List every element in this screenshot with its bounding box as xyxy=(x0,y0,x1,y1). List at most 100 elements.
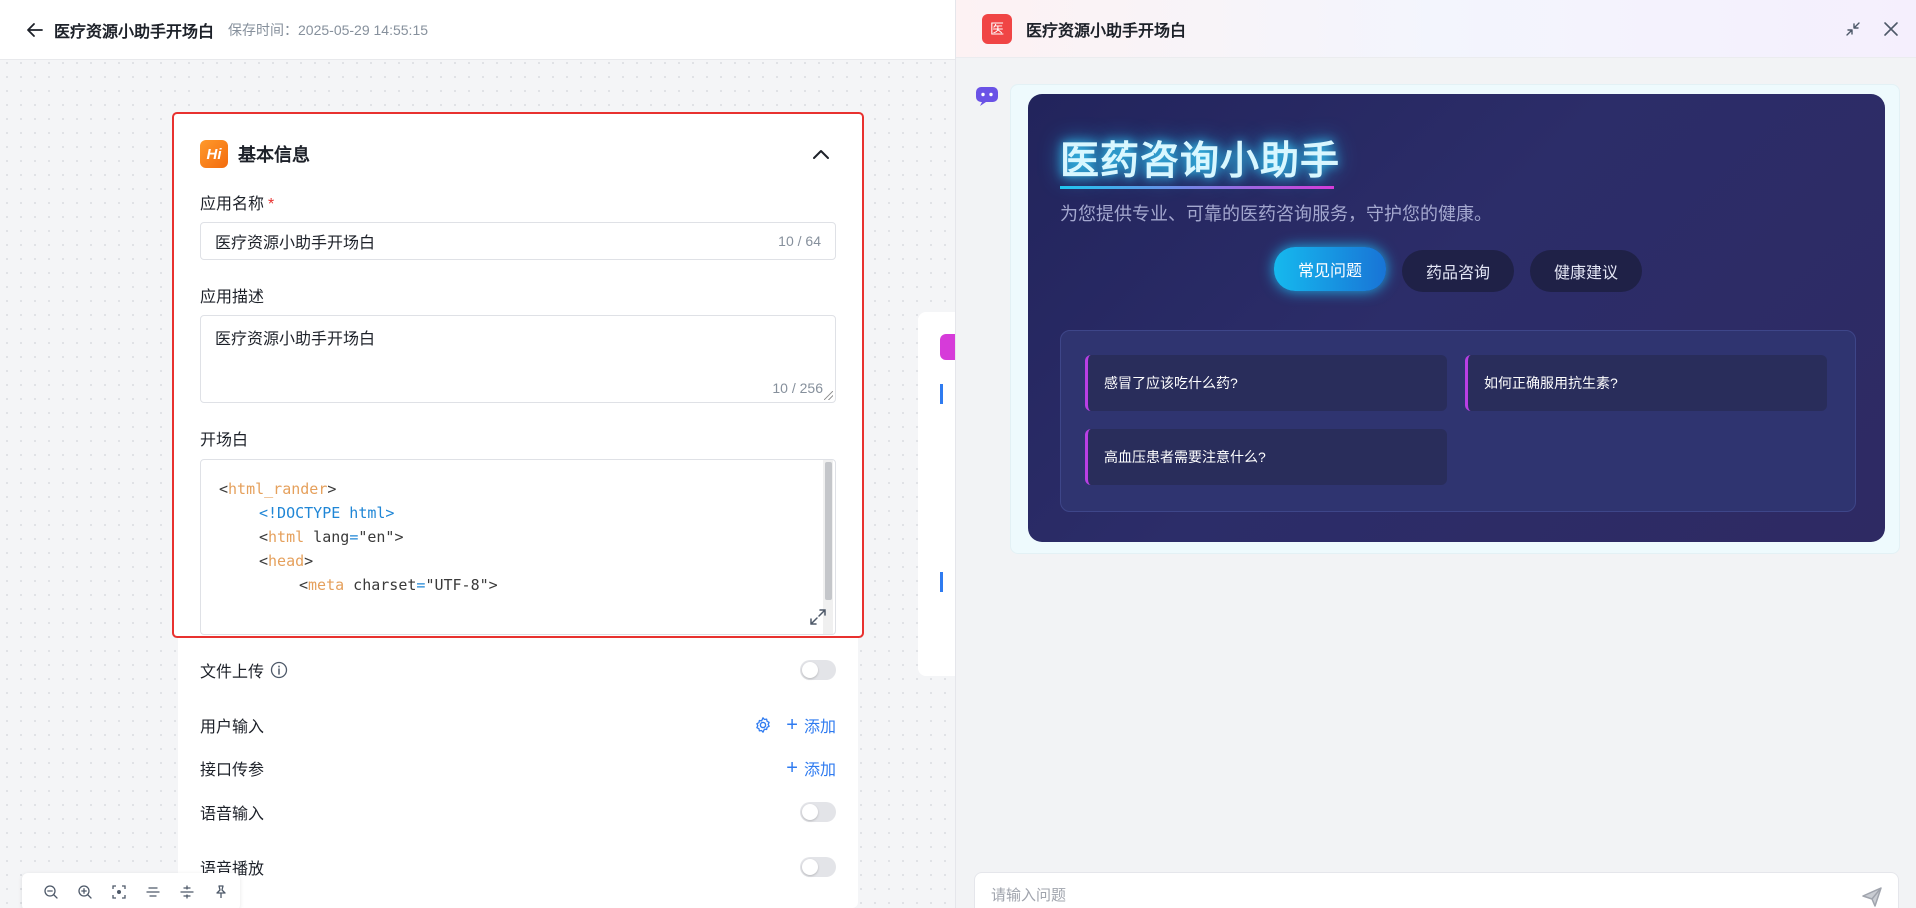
minimize-icon[interactable] xyxy=(1843,19,1863,39)
add-label: 添加 xyxy=(803,719,836,736)
code-line: <!DOCTYPE html> xyxy=(259,504,394,522)
app-title: 医疗资源小助手开场白 xyxy=(54,23,215,41)
question-item[interactable]: 高血压患者需要注意什么? xyxy=(1085,429,1447,485)
add-label: 添加 xyxy=(803,762,836,779)
api-params-label: 接口传参 xyxy=(200,762,265,779)
app-desc-value: 医疗资源小助手开场白 xyxy=(215,331,376,348)
info-icon[interactable] xyxy=(270,661,288,679)
user-input-add-button[interactable]: + 添加 xyxy=(786,713,836,737)
file-upload-row: 文件上传 xyxy=(200,658,836,682)
chat-input-area xyxy=(974,872,1899,908)
question-list: 感冒了应该吃什么药? 如何正确服用抗生素? 高血压患者需要注意什么? xyxy=(1060,330,1856,512)
voice-input-label: 语音输入 xyxy=(200,806,265,823)
tab-drug-consult[interactable]: 药品咨询 xyxy=(1402,250,1515,292)
file-upload-toggle[interactable] xyxy=(800,660,836,680)
code-token: head xyxy=(268,552,305,570)
code-token: > xyxy=(394,528,404,546)
file-upload-label-wrap: 文件上传 xyxy=(200,658,288,682)
tab-faq[interactable]: 常见问题 xyxy=(1274,247,1387,291)
node-marker xyxy=(940,572,943,592)
basic-info-card: Hi 基本信息 应用名称 * 医疗资源小助手开场白 10 / 64 应用描述 医疗… xyxy=(172,112,864,638)
code-line: <html lang="en"> xyxy=(259,528,404,546)
preview-controls xyxy=(1825,19,1901,39)
api-params-add-button[interactable]: + 添加 xyxy=(786,756,836,780)
send-icon[interactable] xyxy=(1860,885,1884,908)
welcome-card: 医药咨询小助手 为您提供专业、可靠的医药咨询服务，守护您的健康。 常见问题 药品… xyxy=(1028,94,1885,542)
user-input-label: 用户输入 xyxy=(200,719,265,736)
code-token: "UTF-8" xyxy=(425,576,489,594)
code-token: html_rander xyxy=(228,480,328,498)
opening-label: 开场白 xyxy=(200,432,249,449)
required-mark: * xyxy=(268,196,275,213)
code-token: = xyxy=(349,528,359,546)
code-token: > xyxy=(488,576,498,594)
code-token: < xyxy=(259,552,269,570)
side-node-card[interactable] xyxy=(918,312,958,676)
voice-input-toggle[interactable] xyxy=(800,802,836,822)
preview-header: 医 医疗资源小助手开场白 xyxy=(956,0,1916,58)
app-avatar: 医 xyxy=(982,13,1012,44)
hi-logo-icon: Hi xyxy=(200,140,228,168)
app-name-label-text: 应用名称 xyxy=(200,196,265,213)
preview-panel: 医 医疗资源小助手开场白 医药咨询小助手 为您提供专业、可靠的医药咨询服务，守护… xyxy=(955,0,1916,908)
top-bar: 医疗资源小助手开场白 保存时间：2025-05-29 14:55:15 xyxy=(0,0,955,60)
app-desc-counter: 10 / 256 xyxy=(772,380,823,396)
api-params-row: 接口传参 + 添加 xyxy=(200,756,836,780)
plus-icon: + xyxy=(786,714,798,736)
close-icon[interactable] xyxy=(1881,19,1901,39)
code-line: <meta charset="UTF-8"> xyxy=(299,576,498,594)
card-header: Hi 基本信息 xyxy=(200,140,310,168)
back-arrow-icon[interactable] xyxy=(22,17,48,43)
app-name-value: 医疗资源小助手开场白 xyxy=(215,235,376,252)
category-tabs: 常见问题 药品咨询 健康建议 xyxy=(1274,247,1658,292)
node-marker xyxy=(940,384,943,404)
question-item[interactable]: 感冒了应该吃什么药? xyxy=(1085,355,1447,411)
preview-title: 医疗资源小助手开场白 xyxy=(1026,22,1187,40)
voice-play-row: 语音播放 xyxy=(200,855,836,879)
app-desc-label: 应用描述 xyxy=(200,289,265,306)
message-bubble: 医药咨询小助手 为您提供专业、可靠的医药咨询服务，守护您的健康。 常见问题 药品… xyxy=(1010,84,1900,554)
zoom-toolbar xyxy=(22,873,240,908)
hero-title: 医药咨询小助手 xyxy=(1060,140,1341,183)
code-token: > xyxy=(327,480,337,498)
code-line: <head> xyxy=(259,552,313,570)
align-horizontal-icon[interactable] xyxy=(136,880,170,904)
code-token: html xyxy=(268,528,305,546)
resize-handle[interactable] xyxy=(824,391,833,400)
plus-icon: + xyxy=(786,757,798,779)
expand-icon[interactable] xyxy=(809,608,827,626)
align-vertical-icon[interactable] xyxy=(170,880,204,904)
code-token: < xyxy=(299,576,309,594)
gear-icon[interactable] xyxy=(754,716,772,734)
voice-input-row: 语音输入 xyxy=(200,800,836,824)
question-item[interactable]: 如何正确服用抗生素? xyxy=(1465,355,1827,411)
tab-health-advice[interactable]: 健康建议 xyxy=(1530,250,1643,292)
code-line: <html_rander> xyxy=(219,480,336,498)
fit-view-icon[interactable] xyxy=(102,880,136,904)
code-token: < xyxy=(259,528,269,546)
zoom-out-icon[interactable] xyxy=(34,880,68,904)
code-token: <!DOCTYPE html> xyxy=(259,504,395,522)
chat-input[interactable] xyxy=(991,887,1811,904)
pin-icon[interactable] xyxy=(204,880,238,904)
code-token: "en" xyxy=(358,528,395,546)
editor-canvas: 医疗资源小助手开场白 保存时间：2025-05-29 14:55:15 Hi 基… xyxy=(0,0,958,908)
bot-icon xyxy=(976,87,998,106)
app-name-label: 应用名称 * xyxy=(200,190,274,214)
code-token: charset xyxy=(344,576,417,594)
app-desc-textarea[interactable]: 医疗资源小助手开场白 10 / 256 xyxy=(200,315,836,403)
code-token: lang xyxy=(304,528,350,546)
hero-underline xyxy=(1060,186,1334,189)
user-input-row: 用户输入 + 添加 xyxy=(200,713,836,737)
opening-code-editor[interactable]: <html_rander> <!DOCTYPE html> <html lang… xyxy=(200,459,836,635)
code-token: < xyxy=(219,480,229,498)
zoom-in-icon[interactable] xyxy=(68,880,102,904)
code-scrollbar-thumb[interactable] xyxy=(825,462,832,600)
save-time: 保存时间：2025-05-29 14:55:15 xyxy=(228,21,429,38)
app-name-counter: 10 / 64 xyxy=(778,233,821,249)
chevron-up-icon[interactable] xyxy=(810,144,832,166)
code-token: meta xyxy=(308,576,345,594)
voice-play-toggle[interactable] xyxy=(800,857,836,877)
file-upload-label: 文件上传 xyxy=(200,664,265,681)
app-name-input[interactable]: 医疗资源小助手开场白 10 / 64 xyxy=(200,222,836,260)
